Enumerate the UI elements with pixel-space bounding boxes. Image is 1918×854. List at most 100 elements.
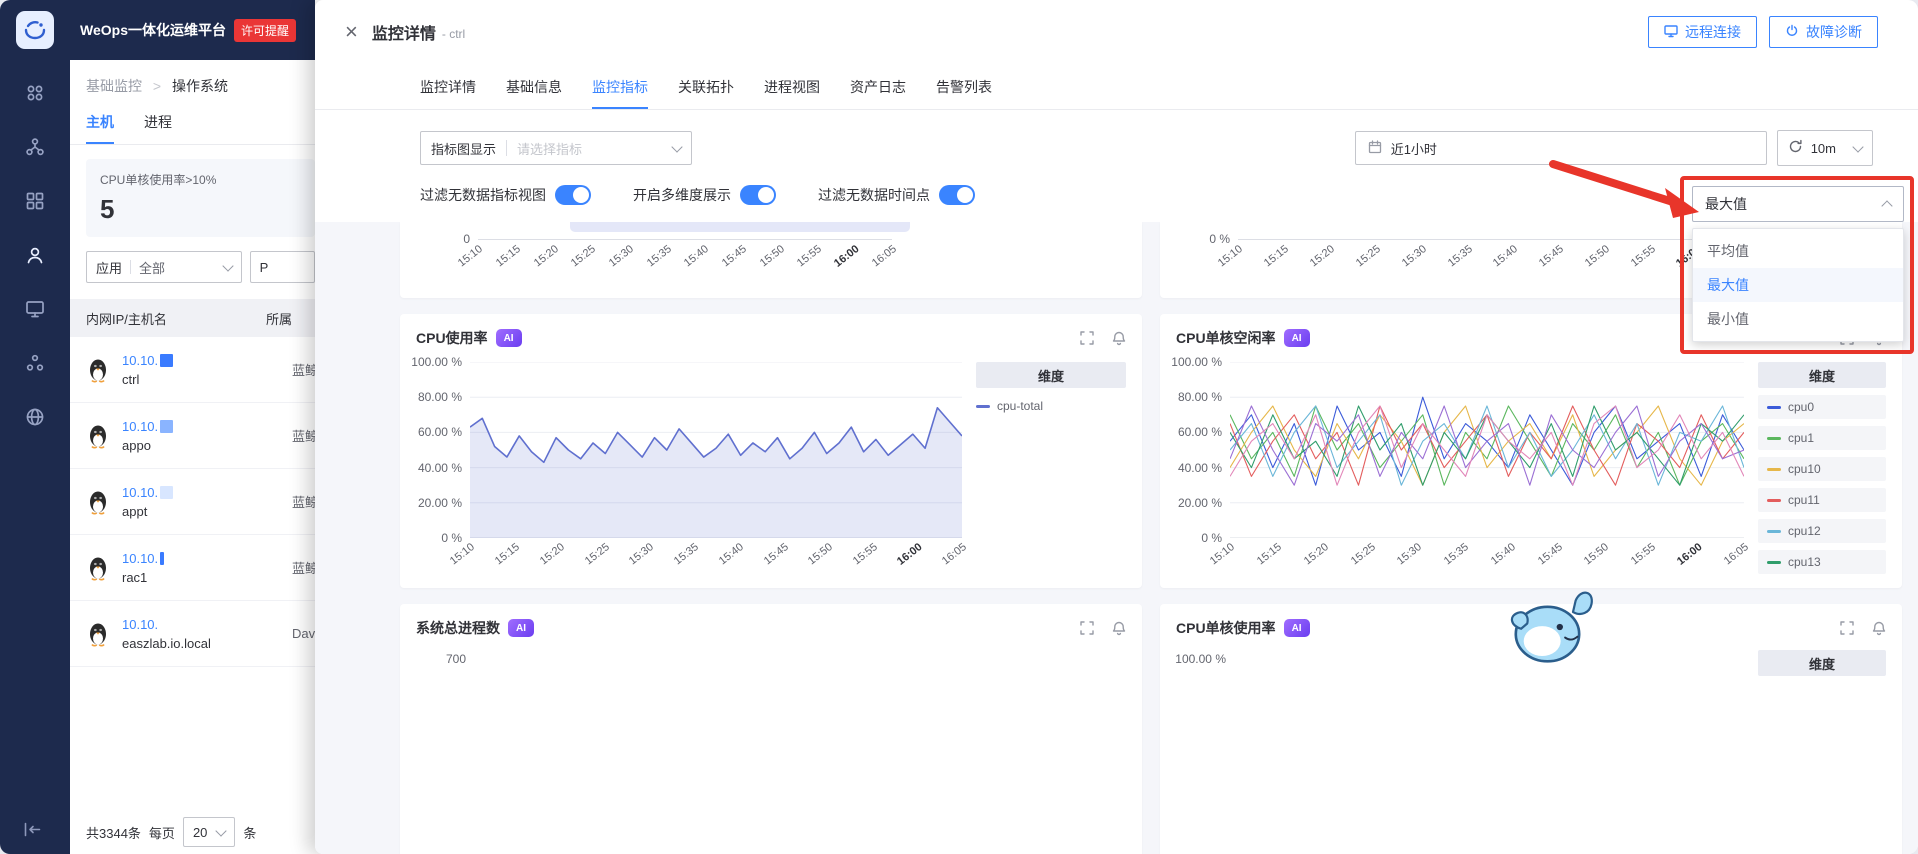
weops-logo-icon[interactable] xyxy=(16,11,54,49)
dropdown-option[interactable]: 平均值 xyxy=(1693,234,1903,268)
dropdown-option[interactable]: 最小值 xyxy=(1693,302,1903,336)
auto-refresh-icon xyxy=(1788,139,1803,157)
alarm-bell-icon[interactable] xyxy=(1872,621,1886,636)
fullscreen-icon[interactable] xyxy=(1080,331,1094,345)
license-alert-badge[interactable]: 许可提醒 xyxy=(234,19,296,42)
x-axis-label: 15:25 xyxy=(1354,243,1383,269)
host-ip-link[interactable]: 10.10. xyxy=(122,353,158,368)
legend-dash xyxy=(976,405,990,408)
legend-item[interactable]: cpu0 xyxy=(1758,395,1886,419)
cluster-icon[interactable] xyxy=(24,352,46,374)
toggle-row: 过滤无数据指标视图开启多维度展示过滤无数据时间点 xyxy=(420,184,1873,206)
column-org[interactable]: 所属 xyxy=(266,309,292,328)
cpu-usage-plot xyxy=(470,362,962,538)
sidebar-collapse-icon[interactable] xyxy=(24,822,41,842)
y-axis-label: 80.00 % xyxy=(1178,390,1222,404)
chart-row-bottom: 系统总进程数 AI 700 CPU单核使用率 AI xyxy=(400,604,1902,854)
chart-body: 100.00 %80.00 %60.00 %40.00 %20.00 %0 % … xyxy=(400,348,1142,584)
legend-item[interactable]: cpu13 xyxy=(1758,550,1886,574)
host-row[interactable]: 10.10.ctrl蓝鲸 xyxy=(70,337,315,403)
chart-title: CPU单核使用率 xyxy=(1176,618,1276,638)
metric-value: 5 xyxy=(100,194,301,225)
interval-value: 10m xyxy=(1811,141,1836,156)
close-icon[interactable]: × xyxy=(345,21,358,43)
host-ip-link[interactable]: 10.10. xyxy=(122,419,158,434)
metric-display-select[interactable]: 指标图显示 请选择指标 xyxy=(420,131,692,165)
remote-connect-button[interactable]: 远程连接 xyxy=(1648,16,1757,48)
ai-badge[interactable]: AI xyxy=(1284,619,1310,637)
charts-area[interactable]: 0 15:1015:1515:2015:2515:3015:3515:4015:… xyxy=(315,222,1918,854)
drawer-actions: 远程连接 故障诊断 xyxy=(1648,16,1878,48)
host-ip-link[interactable]: 10.10. xyxy=(122,551,158,566)
fullscreen-icon[interactable] xyxy=(1840,621,1854,635)
dashboard-icon[interactable] xyxy=(24,82,46,104)
drawer-tab[interactable]: 监控详情 xyxy=(420,64,476,109)
alarm-bell-icon[interactable] xyxy=(1112,331,1126,346)
drawer-tab[interactable]: 进程视图 xyxy=(764,64,820,109)
tab-process[interactable]: 进程 xyxy=(144,112,172,144)
assistant-whale-mascot[interactable] xyxy=(1507,583,1595,671)
host-row[interactable]: 10.10.appt蓝鲸 xyxy=(70,469,315,535)
breadcrumb-section[interactable]: 基础监控 xyxy=(86,78,142,94)
fullscreen-icon[interactable] xyxy=(1080,621,1094,635)
legend-item[interactable]: cpu10 xyxy=(1758,457,1886,481)
toggle-switch[interactable] xyxy=(939,185,975,205)
drawer-tab[interactable]: 监控指标 xyxy=(592,64,648,109)
host-row[interactable]: 10.10.easzlab.io.localDav xyxy=(70,601,315,667)
legend-item[interactable]: cpu-total xyxy=(976,395,1126,417)
x-axis-label: 15:20 xyxy=(532,243,561,269)
fault-diagnosis-button[interactable]: 故障诊断 xyxy=(1769,16,1878,48)
app-header: WeOps一体化运维平台 许可提醒 xyxy=(70,0,315,60)
app-filter-select[interactable]: 应用 全部 xyxy=(86,251,242,283)
chart-actions xyxy=(1840,621,1886,636)
y-axis-label: 100.00 % xyxy=(411,355,462,369)
screen-icon[interactable] xyxy=(24,298,46,320)
pagination-total: 共3344条 xyxy=(86,823,141,842)
x-axis-label: 15:55 xyxy=(851,541,880,567)
drawer-tab[interactable]: 资产日志 xyxy=(850,64,906,109)
time-range-input[interactable]: 近1小时 xyxy=(1355,131,1767,165)
globe-icon[interactable] xyxy=(24,406,46,428)
topology-icon[interactable] xyxy=(24,136,46,158)
column-ip[interactable]: 内网IP/主机名 xyxy=(70,309,266,328)
ai-badge[interactable]: AI xyxy=(508,619,534,637)
apps-grid-icon[interactable] xyxy=(24,190,46,212)
statistic-select[interactable]: 最大值 xyxy=(1692,186,1904,222)
legend-item[interactable]: cpu12 xyxy=(1758,519,1886,543)
chart-bar-remnant xyxy=(570,222,910,232)
chart-card-cpu-usage: CPU使用率 AI 100.00 %80.00 %60.00 %40.00 %2… xyxy=(400,314,1142,588)
dropdown-option[interactable]: 最大值 xyxy=(1693,268,1903,302)
toggle-switch[interactable] xyxy=(555,185,591,205)
fault-diagnosis-label: 故障诊断 xyxy=(1806,22,1862,42)
tab-host[interactable]: 主机 xyxy=(86,112,114,144)
y-axis-label: 20.00 % xyxy=(418,496,462,510)
metric-summary-card[interactable]: CPU单核使用率>10% 5 xyxy=(86,159,315,237)
ai-badge[interactable]: AI xyxy=(496,329,522,347)
drawer-tab[interactable]: 关联拓扑 xyxy=(678,64,734,109)
x-axis-label: 15:40 xyxy=(1491,243,1520,269)
chart-legend: 维度 xyxy=(1758,650,1886,676)
page-size-select[interactable]: 20 xyxy=(183,817,235,847)
refresh-interval-select[interactable]: 10m xyxy=(1777,130,1873,166)
user-monitor-icon[interactable] xyxy=(24,244,46,266)
host-name: appt xyxy=(122,504,292,519)
x-axis-label: 16:00 xyxy=(895,541,925,568)
drawer-tab[interactable]: 告警列表 xyxy=(936,64,992,109)
host-ip-link[interactable]: 10.10. xyxy=(122,485,158,500)
metric-select-placeholder: 请选择指标 xyxy=(517,139,663,158)
legend-dash xyxy=(1767,406,1781,409)
x-axis-label: 15:15 xyxy=(1255,541,1284,567)
chevron-down-icon xyxy=(1852,141,1863,152)
toggle-switch[interactable] xyxy=(740,185,776,205)
ai-badge[interactable]: AI xyxy=(1284,329,1310,347)
host-ip-link[interactable]: 10.10. xyxy=(122,617,158,632)
host-row[interactable]: 10.10.appo蓝鲸 xyxy=(70,403,315,469)
partial-filter-select[interactable]: P xyxy=(250,251,315,283)
host-row[interactable]: 10.10.rac1蓝鲸 xyxy=(70,535,315,601)
legend-item[interactable]: cpu1 xyxy=(1758,426,1886,450)
ip-mask-block xyxy=(160,354,173,367)
linux-os-icon xyxy=(84,357,112,383)
alarm-bell-icon[interactable] xyxy=(1112,621,1126,636)
drawer-tab[interactable]: 基础信息 xyxy=(506,64,562,109)
legend-item[interactable]: cpu11 xyxy=(1758,488,1886,512)
